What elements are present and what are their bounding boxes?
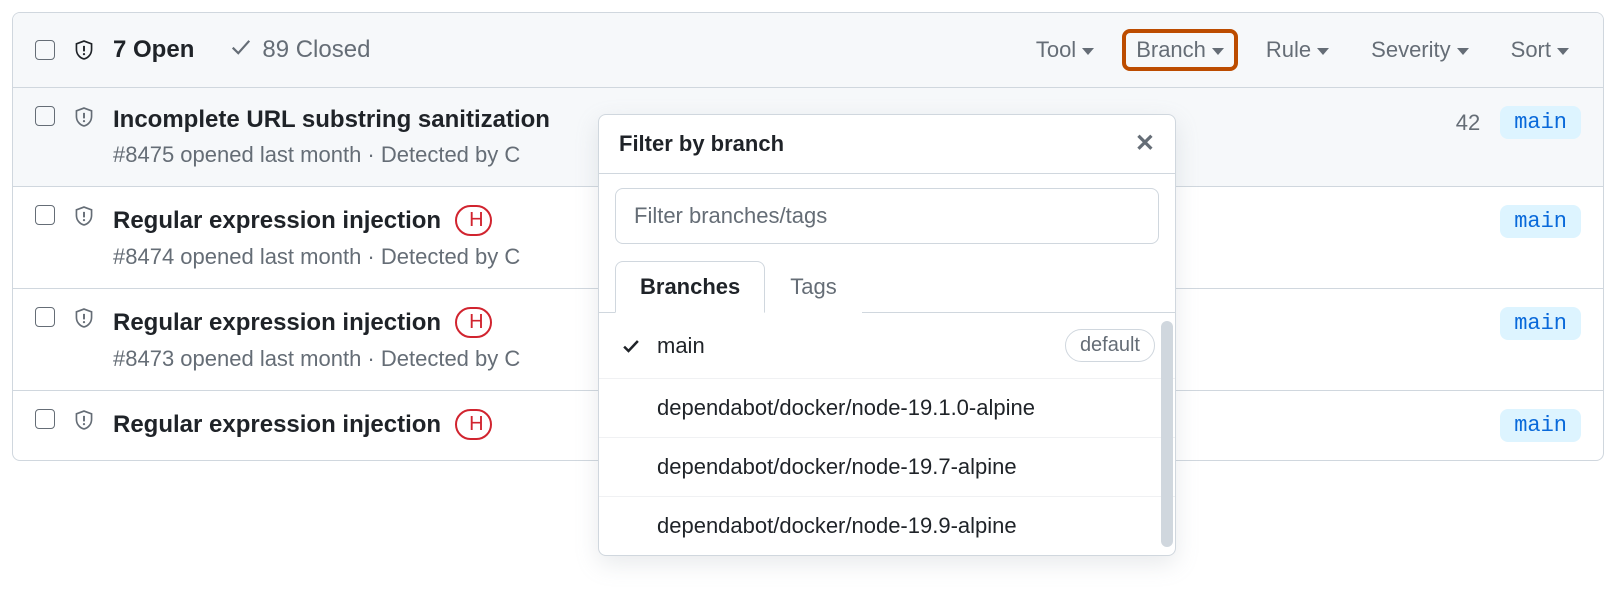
severity-badge: H [455,205,491,236]
alert-meta: #8473 opened last month · Detected by C [113,346,573,372]
branch-option[interactable]: dependabot/docker/node-19.9-alpine [599,497,1175,555]
chevron-down-icon [1457,48,1469,55]
chevron-down-icon [1212,48,1224,55]
closed-count[interactable]: 89 Closed [230,36,370,65]
alert-title[interactable]: Regular expression injection [113,411,441,439]
shield-alert-icon [73,409,95,431]
chevron-down-icon [1557,48,1569,55]
row-checkbox[interactable] [35,205,55,225]
chevron-down-icon [1082,48,1094,55]
scrollbar[interactable] [1161,321,1173,547]
filter-rule[interactable]: Rule [1254,31,1341,69]
row-checkbox[interactable] [35,409,55,429]
shield-alert-icon [73,205,95,227]
branch-name: dependabot/docker/node-19.1.0-alpine [657,395,1155,421]
row-checkbox[interactable] [35,106,55,126]
branch-search-input[interactable] [615,188,1159,244]
alert-meta: #8475 opened last month · Detected by C [113,142,573,168]
closed-count-label: 89 Closed [262,36,370,64]
dropdown-title: Filter by branch [619,131,784,157]
shield-alert-icon [73,39,95,61]
alert-extra: 42 [1456,110,1480,136]
branch-list: main default dependabot/docker/node-19.1… [599,313,1175,555]
filter-sort[interactable]: Sort [1499,31,1581,69]
select-all-checkbox[interactable] [35,40,55,60]
filter-tool[interactable]: Tool [1024,31,1106,69]
open-count[interactable]: 7 Open [113,36,194,64]
branch-name: main [657,333,1051,359]
severity-badge: H [455,409,491,440]
severity-badge: H [455,307,491,338]
alert-title[interactable]: Regular expression injection [113,207,441,235]
alerts-header: 7 Open 89 Closed Tool Branch Rule Severi… [13,13,1603,88]
branch-pill[interactable]: main [1500,106,1581,139]
branch-option[interactable]: dependabot/docker/node-19.7-alpine [599,438,1175,497]
branch-name: dependabot/docker/node-19.9-alpine [657,513,1155,539]
branch-pill[interactable]: main [1500,409,1581,442]
chevron-down-icon [1317,48,1329,55]
filter-branch[interactable]: Branch [1124,31,1236,69]
close-icon[interactable]: ✕ [1135,132,1155,156]
filter-severity[interactable]: Severity [1359,31,1480,69]
branch-pill[interactable]: main [1500,205,1581,238]
default-badge: default [1065,329,1155,362]
shield-alert-icon [73,106,95,128]
alert-title[interactable]: Incomplete URL substring sanitization [113,106,550,134]
dropdown-header: Filter by branch ✕ [599,115,1175,174]
alert-title[interactable]: Regular expression injection [113,309,441,337]
alert-meta: #8474 opened last month · Detected by C [113,244,573,270]
shield-alert-icon [73,307,95,329]
check-icon [230,36,252,65]
row-checkbox[interactable] [35,307,55,327]
check-icon [619,336,643,356]
branch-option[interactable]: dependabot/docker/node-19.1.0-alpine [599,379,1175,438]
branch-name: dependabot/docker/node-19.7-alpine [657,454,1155,480]
branch-filter-dropdown: Filter by branch ✕ Branches Tags main de… [598,114,1176,556]
tab-tags[interactable]: Tags [765,261,861,313]
dropdown-tabs: Branches Tags [599,260,1175,313]
tab-branches[interactable]: Branches [615,261,765,313]
branch-pill[interactable]: main [1500,307,1581,340]
branch-option[interactable]: main default [599,313,1175,379]
